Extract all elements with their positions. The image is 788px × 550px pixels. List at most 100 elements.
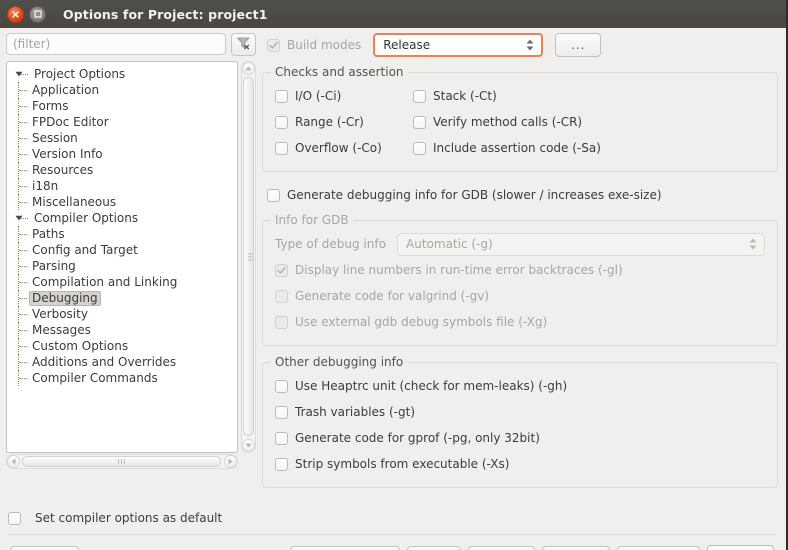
tree-guide-line bbox=[19, 314, 27, 315]
gdb-generate-code-for-valgrind-label: Generate code for valgrind (-gv) bbox=[295, 289, 490, 303]
other-trash-variables-checkbox[interactable] bbox=[275, 405, 288, 419]
help-button[interactable]: Help bbox=[10, 545, 80, 550]
tree-item-custom-options[interactable]: Custom Options bbox=[7, 338, 237, 354]
test-button[interactable]: Test bbox=[407, 545, 461, 550]
tree-horizontal-scrollbar[interactable] bbox=[6, 454, 238, 469]
tree-item-fpdoc-editor[interactable]: FPDoc Editor bbox=[7, 114, 237, 130]
tree-guide-line bbox=[19, 154, 27, 155]
check-i-o-row[interactable]: I/O (-Ci) bbox=[275, 83, 413, 109]
check-range-checkbox[interactable] bbox=[275, 115, 288, 129]
scroll-left-arrow-icon[interactable] bbox=[7, 455, 20, 468]
tree-item-version-info[interactable]: Version Info bbox=[7, 146, 237, 162]
ok-button[interactable]: OK bbox=[706, 544, 774, 550]
scroll-down-arrow-icon[interactable] bbox=[242, 439, 255, 452]
check-verify-method-calls-row[interactable]: Verify method calls (-CR) bbox=[413, 109, 601, 135]
set-default-row[interactable]: Set compiler options as default bbox=[8, 511, 222, 525]
tree-item-miscellaneous[interactable]: Miscellaneous bbox=[7, 194, 237, 210]
footer-divider bbox=[8, 534, 776, 535]
tree-item-additions-and-overrides[interactable]: Additions and Overrides bbox=[7, 354, 237, 370]
check-range-row[interactable]: Range (-Cr) bbox=[275, 109, 413, 135]
show-options-button[interactable]: Show Options bbox=[289, 545, 401, 550]
checks-group-title: Checks and assertion bbox=[271, 65, 408, 79]
check-include-assertion-code-label: Include assertion code (-Sa) bbox=[433, 141, 601, 155]
check-stack-row[interactable]: Stack (-Ct) bbox=[413, 83, 601, 109]
other-strip-symbols-from-executable-row[interactable]: Strip symbols from executable (-Xs) bbox=[275, 451, 765, 477]
tree-item-verbosity[interactable]: Verbosity bbox=[7, 306, 237, 322]
gdb-group-title: Info for GDB bbox=[271, 213, 353, 227]
gdb-use-external-gdb-debug-symbols-file-label: Use external gdb debug symbols file (-Xg… bbox=[295, 315, 548, 329]
tree-guide-line bbox=[19, 234, 27, 235]
tree-item-compilation-and-linking[interactable]: Compilation and Linking bbox=[7, 274, 237, 290]
export-button[interactable]: Export bbox=[467, 545, 536, 550]
other-trash-variables-row[interactable]: Trash variables (-gt) bbox=[275, 399, 765, 425]
options-dialog-window: Options for Project: project1 Project Op… bbox=[0, 0, 788, 550]
spinner-arrows-icon[interactable] bbox=[526, 39, 537, 51]
filter-input[interactable] bbox=[6, 33, 226, 55]
tree-item-label: Compiler Commands bbox=[32, 371, 158, 385]
tree-item-label: Application bbox=[32, 83, 100, 97]
options-tree[interactable]: Project Options Application Forms FPDoc Edi… bbox=[6, 61, 238, 453]
check-include-assertion-code-checkbox[interactable] bbox=[413, 141, 426, 155]
check-verify-method-calls-label: Verify method calls (-CR) bbox=[433, 115, 583, 129]
tree-item-resources[interactable]: Resources bbox=[7, 162, 237, 178]
maximize-icon[interactable] bbox=[29, 5, 46, 23]
gdb-generate-code-for-valgrind-row: Generate code for valgrind (-gv) bbox=[275, 283, 765, 309]
tree-guide-line bbox=[19, 378, 27, 379]
tree-item-parsing[interactable]: Parsing bbox=[7, 258, 237, 274]
tree-item-messages[interactable]: Messages bbox=[7, 322, 237, 338]
other-strip-symbols-from-executable-checkbox[interactable] bbox=[275, 457, 288, 471]
cancel-button[interactable]: Cancel bbox=[617, 545, 700, 550]
spinner-arrows-icon bbox=[749, 238, 760, 250]
filter-row bbox=[6, 32, 256, 56]
tree-item-project-options[interactable]: Project Options bbox=[7, 66, 237, 82]
tree-vertical-scroll-thumb[interactable] bbox=[243, 77, 254, 436]
check-i-o-label: I/O (-Ci) bbox=[295, 89, 342, 103]
tree-guide-line bbox=[20, 74, 28, 75]
tree-item-label: Additions and Overrides bbox=[32, 355, 177, 369]
check-i-o-checkbox[interactable] bbox=[275, 89, 288, 103]
tree-guide-line bbox=[19, 330, 27, 331]
debug-type-value: Automatic (-g) bbox=[406, 237, 493, 251]
dialog-body: Project Options Application Forms FPDoc Edi… bbox=[0, 28, 784, 550]
build-mode-combobox[interactable]: Release bbox=[373, 33, 544, 57]
other-generate-code-for-gprof-label: Generate code for gprof (-pg, only 32bit… bbox=[295, 431, 540, 445]
tree-item-session[interactable]: Session bbox=[7, 130, 237, 146]
set-compiler-default-checkbox[interactable] bbox=[8, 511, 21, 525]
other-use-heaptrc-unit-checkbox[interactable] bbox=[275, 379, 288, 393]
scroll-thumb-grip bbox=[118, 459, 125, 464]
other-use-heaptrc-unit-row[interactable]: Use Heaptrc unit (check for mem-leaks) (… bbox=[275, 373, 765, 399]
gdb-checkbox-list: Display line numbers in run-time error b… bbox=[275, 257, 765, 335]
check-include-assertion-code-row[interactable]: Include assertion code (-Sa) bbox=[413, 135, 601, 161]
import-button[interactable]: Import bbox=[542, 545, 610, 550]
tree-item-i18n[interactable]: i18n bbox=[7, 178, 237, 194]
check-verify-method-calls-checkbox[interactable] bbox=[413, 115, 426, 129]
tree-item-application[interactable]: Application bbox=[7, 82, 237, 98]
build-modes-more-button[interactable]: ... bbox=[555, 33, 602, 57]
gdb-display-line-numbers-in-run-time-error-backtraces-checkbox bbox=[275, 263, 288, 277]
gdb-display-line-numbers-in-run-time-error-backtraces-label: Display line numbers in run-time error b… bbox=[295, 263, 623, 277]
close-icon[interactable] bbox=[7, 5, 24, 23]
tree-vertical-scrollbar[interactable] bbox=[241, 61, 256, 453]
tree-item-config-and-target[interactable]: Config and Target bbox=[7, 242, 237, 258]
tree-guide-line bbox=[19, 90, 27, 91]
checks-columns: I/O (-Ci) Range (-Cr) Overflow (-Co) Stack… bbox=[275, 83, 765, 161]
other-generate-code-for-gprof-checkbox[interactable] bbox=[275, 431, 288, 445]
check-overflow-row[interactable]: Overflow (-Co) bbox=[275, 135, 413, 161]
check-stack-checkbox[interactable] bbox=[413, 89, 426, 103]
tree-item-paths[interactable]: Paths bbox=[7, 226, 237, 242]
other-group-title: Other debugging info bbox=[271, 355, 408, 369]
tree-horizontal-scroll-thumb[interactable] bbox=[22, 456, 221, 467]
tree-item-forms[interactable]: Forms bbox=[7, 98, 237, 114]
tree-item-label: Session bbox=[32, 131, 78, 145]
check-range-label: Range (-Cr) bbox=[295, 115, 364, 129]
generate-gdb-info-row[interactable]: Generate debugging info for GDB (slower … bbox=[262, 182, 778, 208]
scroll-up-arrow-icon[interactable] bbox=[242, 62, 255, 75]
tree-item-compiler-commands[interactable]: Compiler Commands bbox=[7, 370, 237, 386]
filter-clear-button[interactable] bbox=[231, 32, 256, 56]
check-overflow-checkbox[interactable] bbox=[275, 141, 288, 155]
generate-gdb-info-checkbox[interactable] bbox=[267, 188, 280, 202]
other-generate-code-for-gprof-row[interactable]: Generate code for gprof (-pg, only 32bit… bbox=[275, 425, 765, 451]
tree-item-debugging[interactable]: Debugging bbox=[7, 290, 237, 306]
tree-item-compiler-options[interactable]: Compiler Options bbox=[7, 210, 237, 226]
scroll-right-arrow-icon[interactable] bbox=[224, 455, 237, 468]
